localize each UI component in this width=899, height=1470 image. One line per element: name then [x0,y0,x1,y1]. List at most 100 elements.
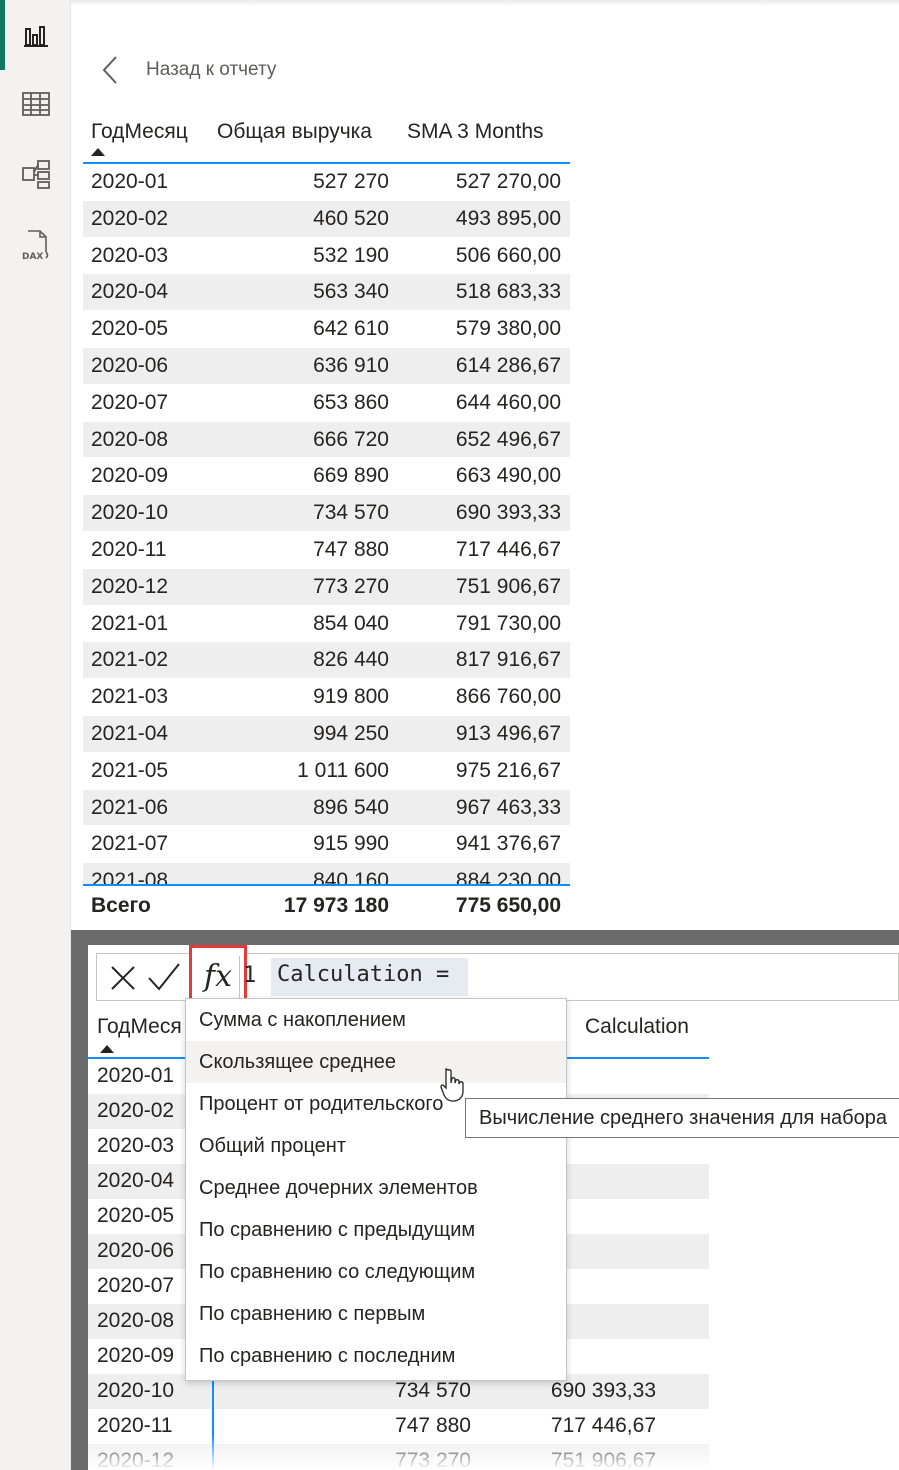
cell-yearmonth: 2020-08 [91,427,169,451]
cell-yearmonth: 2020-01 [91,170,169,193]
cell-sma: 751 906,67 [455,574,561,598]
cell-revenue: 653 860 [313,390,389,414]
cell-revenue: 666 720 [313,427,389,451]
cell-revenue: 642 610 [313,317,389,341]
cell-yearmonth: 2020-07 [91,390,169,414]
dropdown-item[interactable]: По сравнению с первым [186,1293,566,1335]
cell-yearmonth: 2020-06 [97,1239,175,1262]
top-shadow [71,0,899,6]
table-row: 2020-12 773 270 751 906,67 [83,568,570,606]
dropdown-item[interactable]: Сумма с накоплением [186,999,566,1041]
hand-cursor-icon [440,1068,464,1102]
commit-formula-button[interactable] [147,962,181,992]
cell-revenue: 563 340 [313,280,389,304]
total-sma: 775 650,00 [455,894,561,917]
column-header-yearmonth[interactable]: ГодМесяц [91,120,188,144]
cell-calculation: 690 393,33 [550,1379,656,1402]
cell-sma: 644 460,00 [455,390,561,414]
fx-dropdown-menu: Сумма с накоплением Скользящее среднее Про… [185,998,567,1381]
cell-yearmonth: 2020-04 [97,1169,175,1192]
cell-yearmonth: 2020-11 [91,537,167,561]
table-row: 2020-01 527 270 527 270,00 [83,164,570,201]
table-row: 2020-09 669 890 663 490,00 [83,458,570,496]
cell-revenue: 915 990 [313,832,389,856]
cell-yearmonth: 2020-03 [91,243,169,267]
dropdown-item[interactable]: По сравнению с предыдущим [186,1209,566,1251]
cell-yearmonth: 2020-09 [91,464,169,488]
cell-sma: 493 895,00 [455,206,561,230]
cell-revenue: 734 570 [313,501,389,525]
cell-yearmonth: 2021-06 [91,795,169,819]
cell-sma: 791 730,00 [455,611,561,635]
table-row: 2020-11 747 880 717 446,67 [83,532,570,569]
cell-revenue: 460 520 [313,206,389,230]
cell-sma: 663 490,00 [455,464,561,488]
fx-icon: fx [203,958,233,994]
table-total-row: Всего 17 973 180 775 650,00 [83,884,570,924]
dropdown-item[interactable]: Среднее дочерних элементов [186,1167,566,1209]
cell-yearmonth: 2020-06 [91,353,169,377]
cell-yearmonth: 2020-02 [91,206,169,230]
table-icon[interactable] [18,86,54,122]
cell-yearmonth: 2020-10 [97,1379,175,1402]
dropdown-item[interactable]: По сравнению с последним [186,1335,566,1377]
cell-revenue: 854 040 [313,611,389,635]
cell-revenue: 1 011 600 [297,758,389,782]
cell-sma: 817 916,67 [455,648,561,672]
column-header-calculation[interactable]: Calculation [585,1015,689,1039]
cell-sma: 913 496,67 [455,721,561,745]
cell-yearmonth: 2020-12 [91,574,169,598]
cell-sma: 941 376,67 [455,832,561,856]
column-header-yearmonth-2[interactable]: ГодМеся [97,1015,182,1039]
dropdown-item[interactable]: По сравнению со следующим [186,1251,566,1293]
cell-yearmonth: 2021-03 [91,685,169,709]
chevron-left-icon [102,56,117,84]
cell-revenue: 896 540 [313,795,389,819]
cell-yearmonth: 2021-02 [91,648,169,672]
dax-icon[interactable]: DAX [18,227,54,263]
cell-yearmonth: 2021-08 [91,869,169,884]
cell-sma: 579 380,00 [455,317,561,341]
cell-yearmonth: 2020-03 [97,1134,175,1157]
table-row: 2020-10 734 570 690 393,33 [83,495,570,532]
column-header-sma[interactable]: SMA 3 Months [407,120,544,144]
cell-yearmonth: 2021-01 [91,611,169,635]
formula-line-number: 1 [243,963,257,988]
cell-yearmonth: 2020-05 [91,317,169,341]
table-row: 2021-01 854 040 791 730,00 [83,606,570,643]
cell-revenue: 826 440 [313,648,389,672]
model-icon[interactable] [18,156,54,192]
svg-text:DAX: DAX [22,252,43,262]
cell-sma: 506 660,00 [455,243,561,267]
sort-ascending-icon-2 [100,1045,114,1053]
cell-sma: 652 496,67 [455,427,561,451]
cell-yearmonth: 2020-09 [97,1344,175,1367]
cell-yearmonth: 2020-02 [97,1099,175,1122]
total-label: Всего [91,894,151,917]
table-row: 2021-04 994 250 913 496,67 [83,715,570,753]
cell-sma: 527 270,00 [455,170,561,193]
cell-revenue: 636 910 [313,353,389,377]
table-body: 2020-01 527 270 527 270,00 2020-02 460 520 49… [83,164,570,884]
cell-sma: 518 683,33 [455,280,561,304]
cell-yearmonth: 2020-04 [91,280,169,304]
cell-revenue: 994 250 [313,721,389,745]
cell-sma: 614 286,67 [455,353,561,377]
table-row: 2021-06 896 540 967 463,33 [83,789,570,827]
cell-yearmonth: 2020-05 [97,1204,175,1227]
cancel-formula-button[interactable] [109,964,137,992]
cell-sma: 975 216,67 [455,758,561,782]
formula-input[interactable]: Calculation = [271,958,469,996]
dropdown-item[interactable]: Скользящее среднее [186,1041,566,1083]
nav-rail: DAX [0,0,71,1470]
column-header-revenue[interactable]: Общая выручка [217,120,372,144]
tooltip: Вычисление среднего значения для набора [465,1098,899,1138]
table-row: 2020-03 532 190 506 660,00 [83,238,570,275]
table-row: 2021-02 826 440 817 916,67 [83,642,570,680]
bar-chart-icon[interactable] [18,17,54,53]
cell-sma: 717 446,67 [455,537,561,561]
formula-bar: fx 1 Calculation = [96,945,899,1007]
cell-revenue: 919 800 [313,685,389,709]
back-to-report-link[interactable]: Назад к отчету [100,54,276,86]
cell-revenue: 840 160 [313,869,389,884]
